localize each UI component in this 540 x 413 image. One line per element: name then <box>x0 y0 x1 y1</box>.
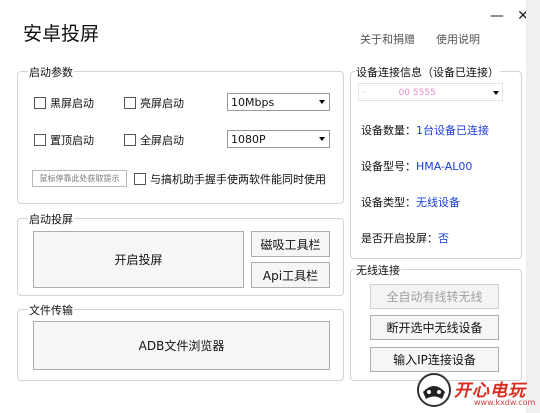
disconnect-wireless-button[interactable]: 断开选中无线设备 <box>370 315 499 340</box>
adb-file-browser-button[interactable]: ADB文件浏览器 <box>33 321 330 370</box>
device-count-row: 设备数量：1台设备已连接 <box>361 122 489 138</box>
chevron-down-icon <box>493 91 499 95</box>
window-scrollbar[interactable] <box>526 0 540 413</box>
black-screen-label: 黑屏启动 <box>50 97 94 110</box>
device-model-row: 设备型号：HMA-AL00 <box>361 158 472 174</box>
app-title: 安卓投屏 <box>23 23 100 45</box>
bright-screen-checkbox[interactable] <box>124 97 136 109</box>
device-select[interactable]: · 00 5555 <box>358 83 503 101</box>
wireless-title: 无线连接 <box>355 262 401 278</box>
black-screen-checkbox[interactable] <box>34 97 46 109</box>
auto-wireless-button[interactable]: 全自动有线转无线 <box>370 284 499 309</box>
launch-title: 启动投屏 <box>28 211 74 227</box>
resolution-value: 1080P <box>231 133 266 146</box>
bright-screen-label: 亮屏启动 <box>140 97 184 110</box>
watermark-domain: www.kxdw.com <box>474 398 536 407</box>
device-count-value: 1台设备已连接 <box>416 124 489 137</box>
bitrate-select[interactable]: 10Mbps <box>227 93 330 111</box>
mirroring-status-row: 是否开启投屏：否 <box>361 230 449 246</box>
device-count-label: 设备数量： <box>361 124 416 137</box>
sync-option-checkbox[interactable] <box>134 173 146 185</box>
device-select-value: · 00 5555 <box>363 88 436 98</box>
pin-top-checkbox[interactable] <box>34 134 46 146</box>
fullscreen-checkbox[interactable] <box>124 134 136 146</box>
usage-help-link[interactable]: 使用说明 <box>436 31 480 47</box>
mirroring-status-value: 否 <box>438 232 449 245</box>
fullscreen-label: 全屏启动 <box>140 134 184 147</box>
magnet-toolbar-button[interactable]: 磁吸工具栏 <box>251 231 330 257</box>
device-type-row: 设备类型：无线设备 <box>361 194 460 210</box>
device-model-label: 设备型号： <box>361 160 416 173</box>
bitrate-value: 10Mbps <box>231 96 275 109</box>
device-info-title: 设备连接信息（设备已连接） <box>355 64 500 80</box>
device-model-value: HMA-AL00 <box>416 160 473 173</box>
file-transfer-title: 文件传输 <box>28 302 74 318</box>
minimize-button[interactable]: — <box>489 8 505 24</box>
mirroring-status-label: 是否开启投屏： <box>361 232 438 245</box>
about-donate-link[interactable]: 关于和捐赠 <box>360 31 415 47</box>
sync-option-label: 与搞机助手握手使两软件能同时使用 <box>150 173 326 186</box>
watermark-logo <box>415 372 453 408</box>
device-type-value: 无线设备 <box>416 196 460 209</box>
start-mirroring-button[interactable]: 开启投屏 <box>33 231 244 288</box>
chevron-down-icon <box>319 137 325 141</box>
input-ip-button[interactable]: 输入IP连接设备 <box>370 347 499 372</box>
hint-box[interactable]: 鼠标停靠此处获取提示 <box>32 170 127 187</box>
startup-params-title: 启动参数 <box>28 64 74 80</box>
device-type-label: 设备类型： <box>361 196 416 209</box>
resolution-select[interactable]: 1080P <box>227 130 330 148</box>
pin-top-label: 置顶启动 <box>50 134 94 147</box>
api-toolbar-button[interactable]: Api工具栏 <box>251 262 330 288</box>
chevron-down-icon <box>319 100 325 104</box>
